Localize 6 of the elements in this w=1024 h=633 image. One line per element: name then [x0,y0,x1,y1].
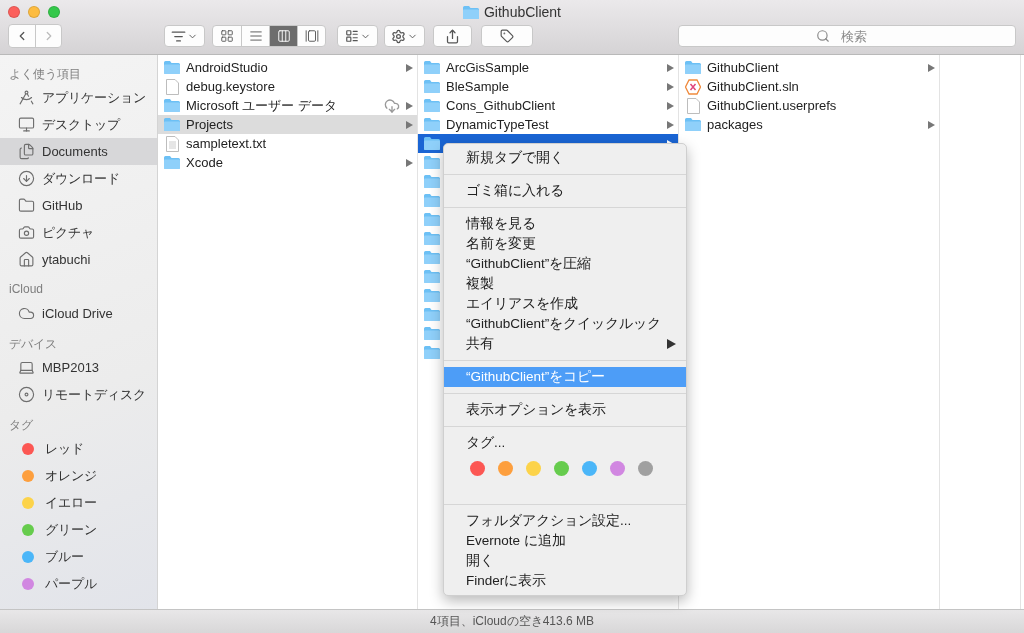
sidebar-section-title: タグ [8,417,34,434]
status-text: 4項目、iCloudの空き413.6 MB [429,613,595,630]
sidebar-section-title: iCloud [8,281,45,298]
window-title: GithubClient [483,4,561,20]
sidebar-section-title: デバイス [8,336,58,353]
sidebar-section-title: よく使う項目 [8,66,82,83]
